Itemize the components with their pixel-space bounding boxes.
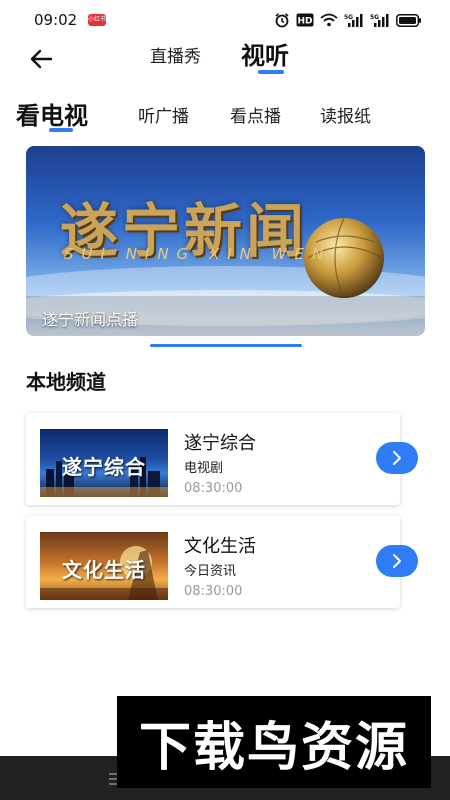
chevron-right-icon [393, 451, 401, 465]
chevron-right-icon [393, 554, 401, 568]
subtab-read-newspaper[interactable]: 读报纸 [320, 102, 371, 127]
channel-time: 08:30:00 [184, 584, 243, 599]
svg-text:5G: 5G [344, 14, 353, 21]
tab-live-show[interactable]: 直播秀 [150, 42, 201, 67]
channel-go-button[interactable] [376, 442, 418, 474]
signal-icon-1: 5G [344, 14, 363, 27]
watermark: 下载鸟资源 [117, 696, 431, 788]
channel-thumbnail: 文化生活 [40, 532, 168, 600]
banner-caption: 遂宁新闻点播 [42, 310, 139, 329]
app-notification-badge: 小红书 [88, 14, 106, 26]
channel-time: 08:30:00 [184, 481, 243, 496]
active-tab-indicator [258, 70, 284, 74]
tab-audio-visual[interactable]: 视听 [241, 36, 289, 71]
alarm-icon [275, 13, 289, 28]
status-bar: 09:02 小红书 HD 5G 5G [0, 0, 450, 40]
channel-name: 遂宁综合 [184, 433, 256, 454]
svg-text:HD: HD [297, 17, 312, 27]
section-title: 本地频道 [26, 370, 106, 394]
banner-pinyin: SUI NING XIN WEN [64, 245, 332, 263]
channel-type: 电视剧 [184, 461, 224, 476]
subtab-watch-tv[interactable]: 看电视 [16, 96, 88, 131]
thumbnail-title: 遂宁综合 [62, 455, 146, 479]
status-time: 09:02 [34, 11, 78, 29]
channel-name: 文化生活 [184, 536, 256, 557]
channel-go-button[interactable] [376, 545, 418, 577]
subtab-on-demand[interactable]: 看点播 [230, 102, 281, 127]
battery-icon [396, 13, 421, 27]
watermark-text: 下载鸟资源 [138, 717, 409, 778]
signal-icon-2: 5G [370, 14, 389, 27]
status-icons: HD 5G 5G [274, 12, 422, 28]
top-nav: 直播秀 视听 [0, 40, 450, 80]
carousel-indicator [150, 344, 302, 347]
channel-thumbnail: 遂宁综合 [40, 429, 168, 497]
channel-card[interactable]: 文化生活 文化生活 今日资讯 08:30:00 [26, 516, 400, 608]
hd-icon: HD [296, 13, 314, 27]
channel-card[interactable]: 遂宁综合 遂宁综合 电视剧 08:30:00 [26, 413, 400, 505]
back-button[interactable] [26, 44, 56, 74]
thumbnail-title: 文化生活 [62, 558, 146, 582]
news-banner[interactable]: 遂宁新闻 SUI NING XIN WEN 遂宁新闻点播 [26, 146, 425, 336]
channel-type: 今日资讯 [184, 564, 237, 579]
wifi-icon [320, 13, 338, 27]
subtab-active-indicator [49, 128, 73, 132]
subtab-listen-radio[interactable]: 听广播 [138, 102, 189, 127]
svg-text:5G: 5G [370, 14, 379, 21]
arrow-left-icon [30, 49, 53, 69]
sub-tabs: 看电视 听广播 看点播 读报纸 [0, 92, 450, 136]
